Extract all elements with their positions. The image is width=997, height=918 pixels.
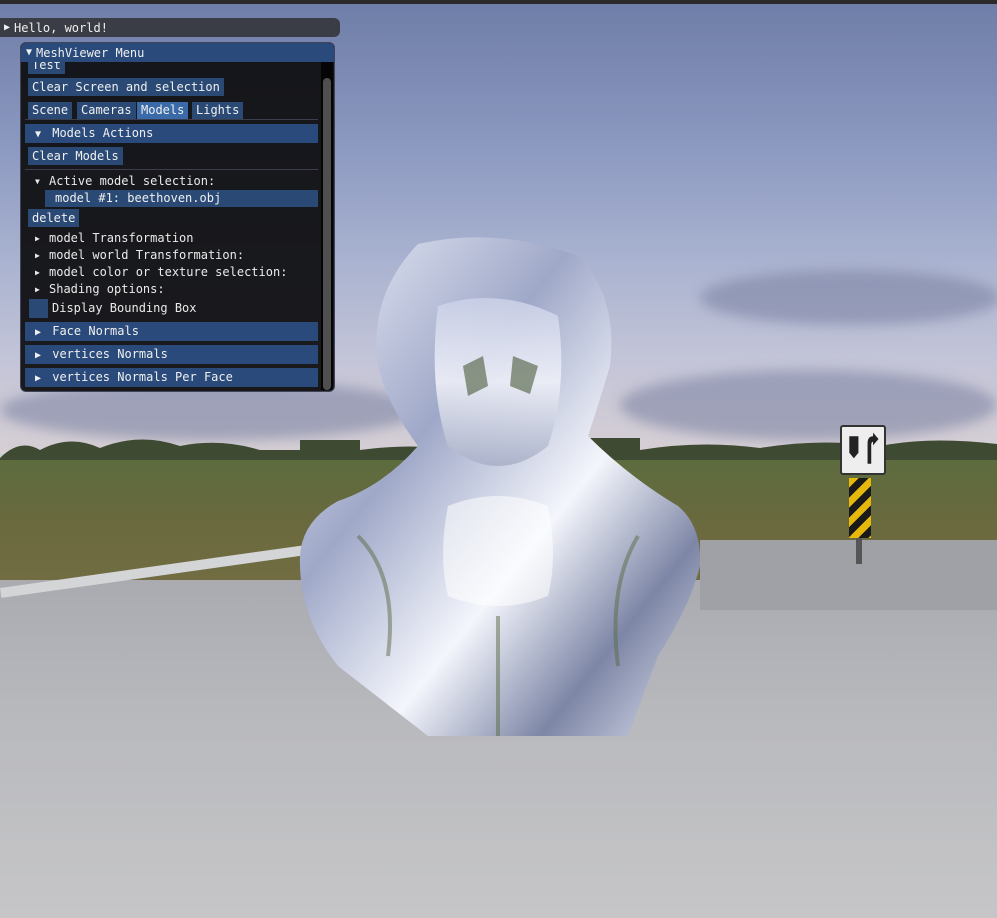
clear-models-button[interactable]: Clear Models [28, 147, 123, 165]
models-actions-label: Models Actions [52, 126, 154, 140]
menu-title: MeshViewer Menu [36, 45, 145, 60]
model-world-transformation-label: model world Transformation: [49, 248, 245, 262]
meshviewer-menu-window[interactable]: ▼ MeshViewer Menu Test Clear Screen and … [20, 42, 335, 392]
triangle-down-icon: ▼ [35, 129, 42, 140]
separator [25, 169, 318, 170]
triangle-right-icon: ▶ [35, 350, 42, 361]
tab-lights[interactable]: Lights [192, 102, 244, 119]
triangle-down-icon: ▼ [35, 177, 40, 186]
delete-button[interactable]: delete [28, 209, 80, 227]
hazard-marker [849, 478, 871, 538]
tab-underline [25, 119, 318, 120]
shading-options-label: Shading options: [49, 282, 165, 296]
active-model-selection-label: Active model selection: [49, 174, 216, 188]
menu-scrollbar-thumb[interactable] [323, 78, 331, 390]
hello-world-window[interactable]: ▶ Hello, world! [0, 18, 340, 37]
model-transformation-node[interactable]: ▶ model Transformation [35, 230, 194, 246]
model-color-texture-node[interactable]: ▶ model color or texture selection: [35, 264, 287, 280]
shading-options-node[interactable]: ▶ Shading options: [35, 281, 165, 297]
triangle-right-icon: ▶ [35, 327, 42, 338]
sign-post [856, 538, 862, 564]
triangle-right-icon: ▶ [35, 285, 40, 294]
vertices-normals-per-face-label: vertices Normals Per Face [52, 370, 233, 384]
triangle-right-icon[interactable]: ▶ [4, 22, 14, 33]
triangle-down-icon[interactable]: ▼ [26, 47, 36, 58]
triangle-right-icon: ▶ [35, 373, 42, 384]
arrow-sign-icon [849, 432, 879, 464]
vertices-normals-label: vertices Normals [52, 347, 168, 361]
display-bounding-box-checkbox[interactable] [29, 299, 48, 318]
vertices-normals-header[interactable]: ▶ vertices Normals [25, 345, 318, 364]
face-normals-label: Face Normals [52, 324, 139, 338]
menu-scrollbar[interactable] [321, 62, 333, 390]
active-model-selection-node[interactable]: ▼ Active model selection: [35, 173, 215, 189]
menu-content: Test Clear Screen and selection Scene Ca… [25, 62, 319, 390]
menu-titlebar[interactable]: ▼ MeshViewer Menu [21, 43, 334, 62]
triangle-right-icon: ▶ [35, 268, 40, 277]
vertices-normals-per-face-header[interactable]: ▶ vertices Normals Per Face [25, 368, 318, 387]
model-list-item[interactable]: model #1: beethoven.obj [45, 190, 318, 207]
beethoven-model [299, 237, 700, 736]
model-color-texture-label: model color or texture selection: [49, 265, 288, 279]
model-world-transformation-node[interactable]: ▶ model world Transformation: [35, 247, 244, 263]
curb-right [700, 540, 997, 610]
models-actions-header[interactable]: ▼ Models Actions [25, 124, 318, 143]
hello-world-title: Hello, world! [14, 20, 108, 35]
tab-models[interactable]: Models [137, 102, 189, 119]
tab-cameras[interactable]: Cameras [77, 102, 136, 119]
triangle-right-icon: ▶ [35, 251, 40, 260]
triangle-right-icon: ▶ [35, 234, 40, 243]
road-sign [840, 425, 886, 475]
test-button[interactable]: Test [28, 62, 65, 74]
face-normals-header[interactable]: ▶ Face Normals [25, 322, 318, 341]
model-transformation-label: model Transformation [49, 231, 194, 245]
clear-screen-button[interactable]: Clear Screen and selection [28, 78, 224, 96]
cloud [700, 270, 997, 325]
display-bounding-box-label: Display Bounding Box [52, 301, 197, 315]
tab-scene[interactable]: Scene [28, 102, 73, 119]
